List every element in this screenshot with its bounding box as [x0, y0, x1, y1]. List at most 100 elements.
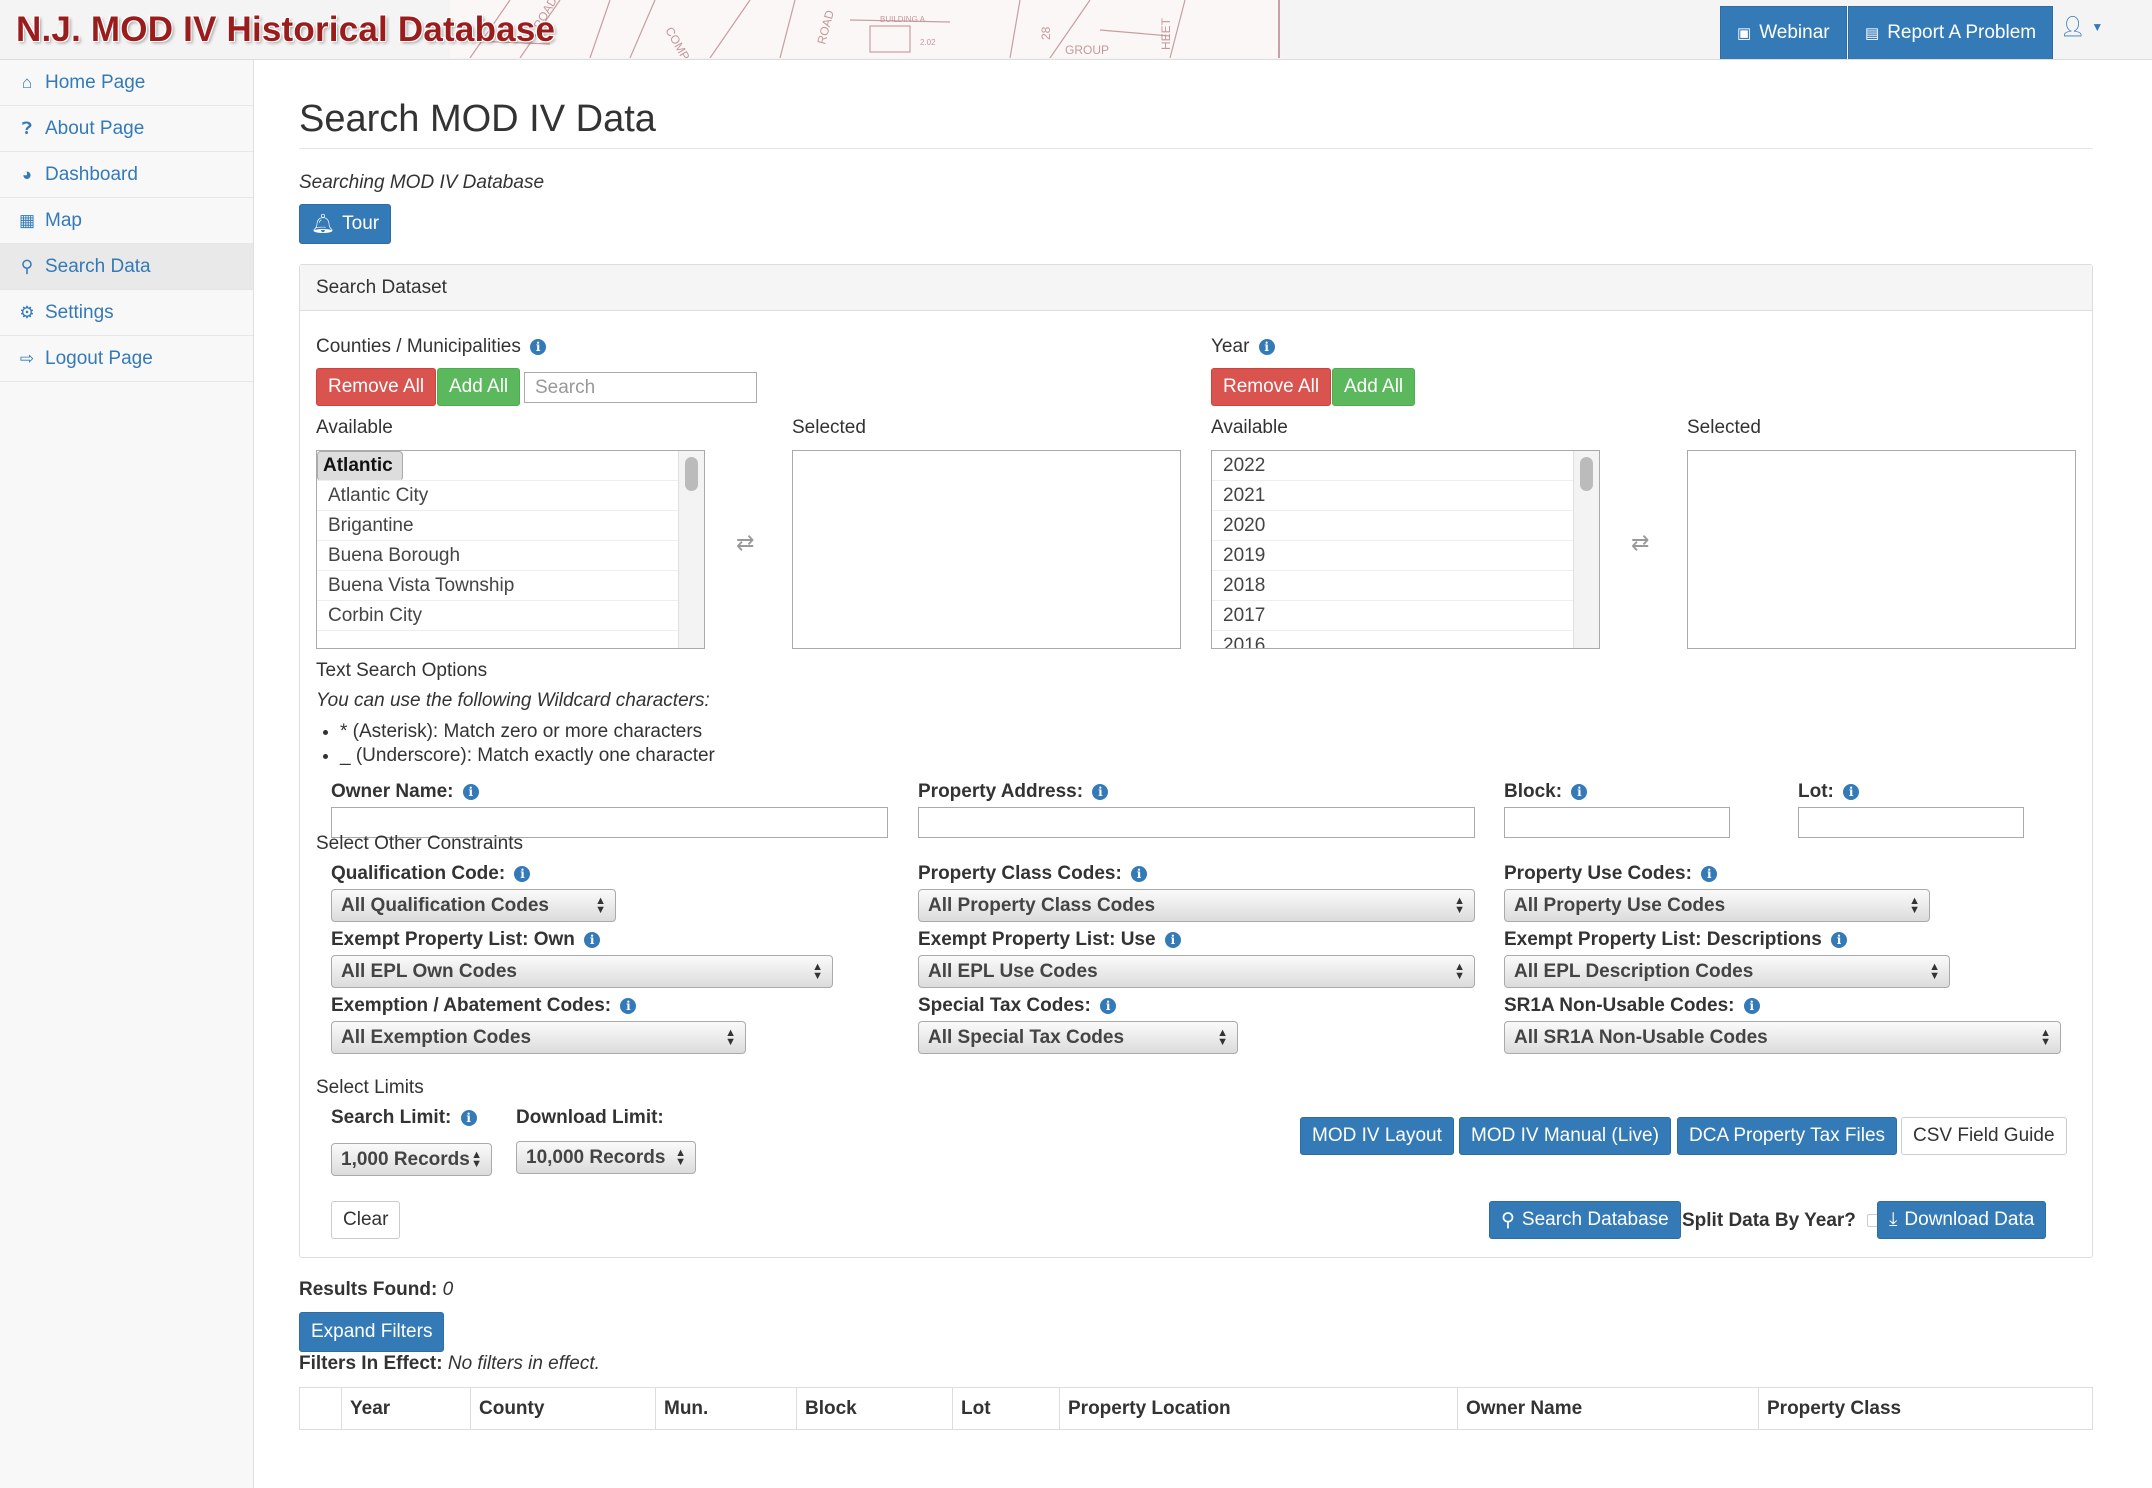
column-header-property-location[interactable]: Property Location	[1059, 1387, 1458, 1430]
property-use-select[interactable]: All Property Use Codes ▲ ▼	[1504, 889, 1930, 922]
exemption-select[interactable]: All Exemption Codes ▲ ▼	[331, 1021, 746, 1054]
info-icon[interactable]: i	[1701, 865, 1718, 882]
list-item[interactable]: Buena Vista Township	[317, 571, 704, 601]
info-icon[interactable]: i	[1843, 783, 1860, 800]
info-icon[interactable]: i	[1258, 338, 1275, 355]
counties-label: Counties / Municipalities	[316, 336, 521, 357]
info-icon[interactable]: i	[530, 338, 547, 355]
epl-own-value: All EPL Own Codes	[341, 960, 517, 982]
counties-available-list[interactable]: Atlantic Absecon Atlantic City Brigantin…	[316, 450, 705, 649]
counties-search-input[interactable]: Search	[524, 372, 757, 403]
info-icon[interactable]: i	[1743, 997, 1760, 1014]
sidebar-item-logout[interactable]: ⇨ Logout Page	[0, 336, 253, 382]
svg-text:BUILDING A: BUILDING A	[880, 15, 926, 24]
sidebar-item-home[interactable]: ⌂ Home Page	[0, 60, 253, 106]
column-header-county[interactable]: County	[470, 1387, 656, 1430]
year-selected-list[interactable]	[1687, 450, 2076, 649]
sidebar-item-settings[interactable]: ⚙︎ Settings	[0, 290, 253, 336]
sidebar-item-label: Logout Page	[45, 347, 153, 369]
epl-own-select[interactable]: All EPL Own Codes ▲ ▼	[331, 955, 833, 988]
scrollbar-thumb[interactable]	[685, 457, 698, 491]
clear-button[interactable]: Clear	[331, 1201, 401, 1239]
scrollbar-thumb[interactable]	[1580, 457, 1593, 491]
download-data-button[interactable]: ⤓ Download Data	[1877, 1201, 2047, 1239]
column-header-select[interactable]	[299, 1387, 342, 1430]
tour-button[interactable]: 🔔︎ Tour	[299, 204, 392, 244]
caret-down-icon: ▼	[2091, 19, 2104, 34]
list-item[interactable]: 2017	[1212, 601, 1599, 631]
select-arrows-icon: ▲ ▼	[812, 960, 823, 982]
column-header-lot[interactable]: Lot	[952, 1387, 1060, 1430]
download-limit-select[interactable]: 10,000 Records ▲ ▼	[516, 1141, 696, 1174]
column-header-block[interactable]: Block	[796, 1387, 953, 1430]
year-add-all-button[interactable]: Add All	[1332, 368, 1416, 406]
list-item[interactable]: Atlantic City	[317, 481, 704, 511]
info-icon[interactable]: i	[1164, 931, 1181, 948]
sr1a-select[interactable]: All SR1A Non-Usable Codes ▲ ▼	[1504, 1021, 2061, 1054]
property-class-select[interactable]: All Property Class Codes ▲ ▼	[918, 889, 1475, 922]
report-problem-button[interactable]: ▤ Report A Problem	[1848, 6, 2054, 59]
list-item[interactable]: 2016	[1212, 631, 1599, 648]
info-icon[interactable]: i	[1131, 865, 1148, 882]
info-icon[interactable]: i	[1100, 997, 1117, 1014]
special-tax-select[interactable]: All Special Tax Codes ▲ ▼	[918, 1021, 1238, 1054]
qualification-select[interactable]: All Qualification Codes ▲ ▼	[331, 889, 616, 922]
app-title[interactable]: N.J. MOD IV Historical Database	[16, 10, 555, 50]
top-navbar: ROAD COMPANY ROAD BUILDING A 2.02 28 GRO…	[0, 0, 2152, 60]
info-icon[interactable]: i	[1571, 783, 1588, 800]
lot-input[interactable]	[1798, 807, 2024, 838]
expand-filters-button[interactable]: Expand Filters	[299, 1312, 445, 1352]
text-search-heading: Text Search Options	[316, 660, 488, 681]
column-header-owner-name[interactable]: Owner Name	[1457, 1387, 1759, 1430]
property-address-heading: Property Address: i	[918, 781, 1109, 803]
info-icon[interactable]: i	[460, 1109, 477, 1126]
info-icon[interactable]: i	[620, 997, 637, 1014]
block-heading: Block: i	[1504, 781, 1588, 803]
list-item[interactable]: Corbin City	[317, 601, 704, 631]
epl-desc-select[interactable]: All EPL Description Codes ▲ ▼	[1504, 955, 1950, 988]
sidebar-item-about[interactable]: ❓︎ About Page	[0, 106, 253, 152]
dca-property-tax-button[interactable]: DCA Property Tax Files	[1677, 1117, 1898, 1155]
column-header-year[interactable]: Year	[341, 1387, 471, 1430]
column-header-mun[interactable]: Mun.	[655, 1387, 797, 1430]
list-item[interactable]: Atlantic	[317, 451, 403, 481]
search-limit-select[interactable]: 1,000 Records ▲ ▼	[331, 1143, 492, 1176]
info-icon[interactable]: i	[462, 783, 479, 800]
epl-use-select[interactable]: All EPL Use Codes ▲ ▼	[918, 955, 1475, 988]
scrollbar[interactable]	[678, 451, 704, 648]
search-database-button[interactable]: ⚲ Search Database	[1489, 1201, 1681, 1239]
info-icon[interactable]: i	[584, 931, 601, 948]
sidebar-item-dashboard[interactable]: ◕ Dashboard	[0, 152, 253, 198]
search-dataset-panel: Search Dataset Counties / Municipalities…	[299, 264, 2093, 1258]
list-item[interactable]: Buena Borough	[317, 541, 704, 571]
sidebar-item-map[interactable]: ▦ Map	[0, 198, 253, 244]
scrollbar[interactable]	[1573, 451, 1599, 648]
property-address-input[interactable]	[918, 807, 1475, 838]
column-header-property-class[interactable]: Property Class	[1758, 1387, 2093, 1430]
info-icon[interactable]: i	[1092, 783, 1109, 800]
webinar-button[interactable]: ▣ Webinar	[1720, 6, 1847, 59]
info-icon[interactable]: i	[514, 865, 531, 882]
block-input[interactable]	[1504, 807, 1730, 838]
select-arrows-icon: ▲ ▼	[1454, 894, 1465, 916]
counties-remove-all-button[interactable]: Remove All	[316, 368, 437, 406]
svg-text:GROUP: GROUP	[1065, 43, 1109, 57]
epl-own-heading: Exempt Property List: Own i	[331, 929, 601, 951]
list-item[interactable]: 2020	[1212, 511, 1599, 541]
user-menu-toggle[interactable]: 👤︎ ▼	[2060, 14, 2103, 39]
mod-iv-manual-button[interactable]: MOD IV Manual (Live)	[1459, 1117, 1671, 1155]
info-icon[interactable]: i	[1831, 931, 1848, 948]
sidebar-item-search-data[interactable]: ⚲ Search Data	[0, 244, 253, 290]
list-item[interactable]: 2022	[1212, 451, 1599, 481]
counties-selected-list[interactable]	[792, 450, 1181, 649]
search-icon: ⚲	[20, 256, 34, 276]
year-available-list[interactable]: 2022 2021 2020 2019 2018 2017 2016	[1211, 450, 1600, 649]
counties-add-all-button[interactable]: Add All	[437, 368, 521, 406]
year-remove-all-button[interactable]: Remove All	[1211, 368, 1332, 406]
csv-field-guide-button[interactable]: CSV Field Guide	[1901, 1117, 2067, 1155]
mod-iv-layout-button[interactable]: MOD IV Layout	[1300, 1117, 1454, 1155]
list-item[interactable]: Brigantine	[317, 511, 704, 541]
list-item[interactable]: 2018	[1212, 571, 1599, 601]
list-item[interactable]: 2021	[1212, 481, 1599, 511]
list-item[interactable]: 2019	[1212, 541, 1599, 571]
